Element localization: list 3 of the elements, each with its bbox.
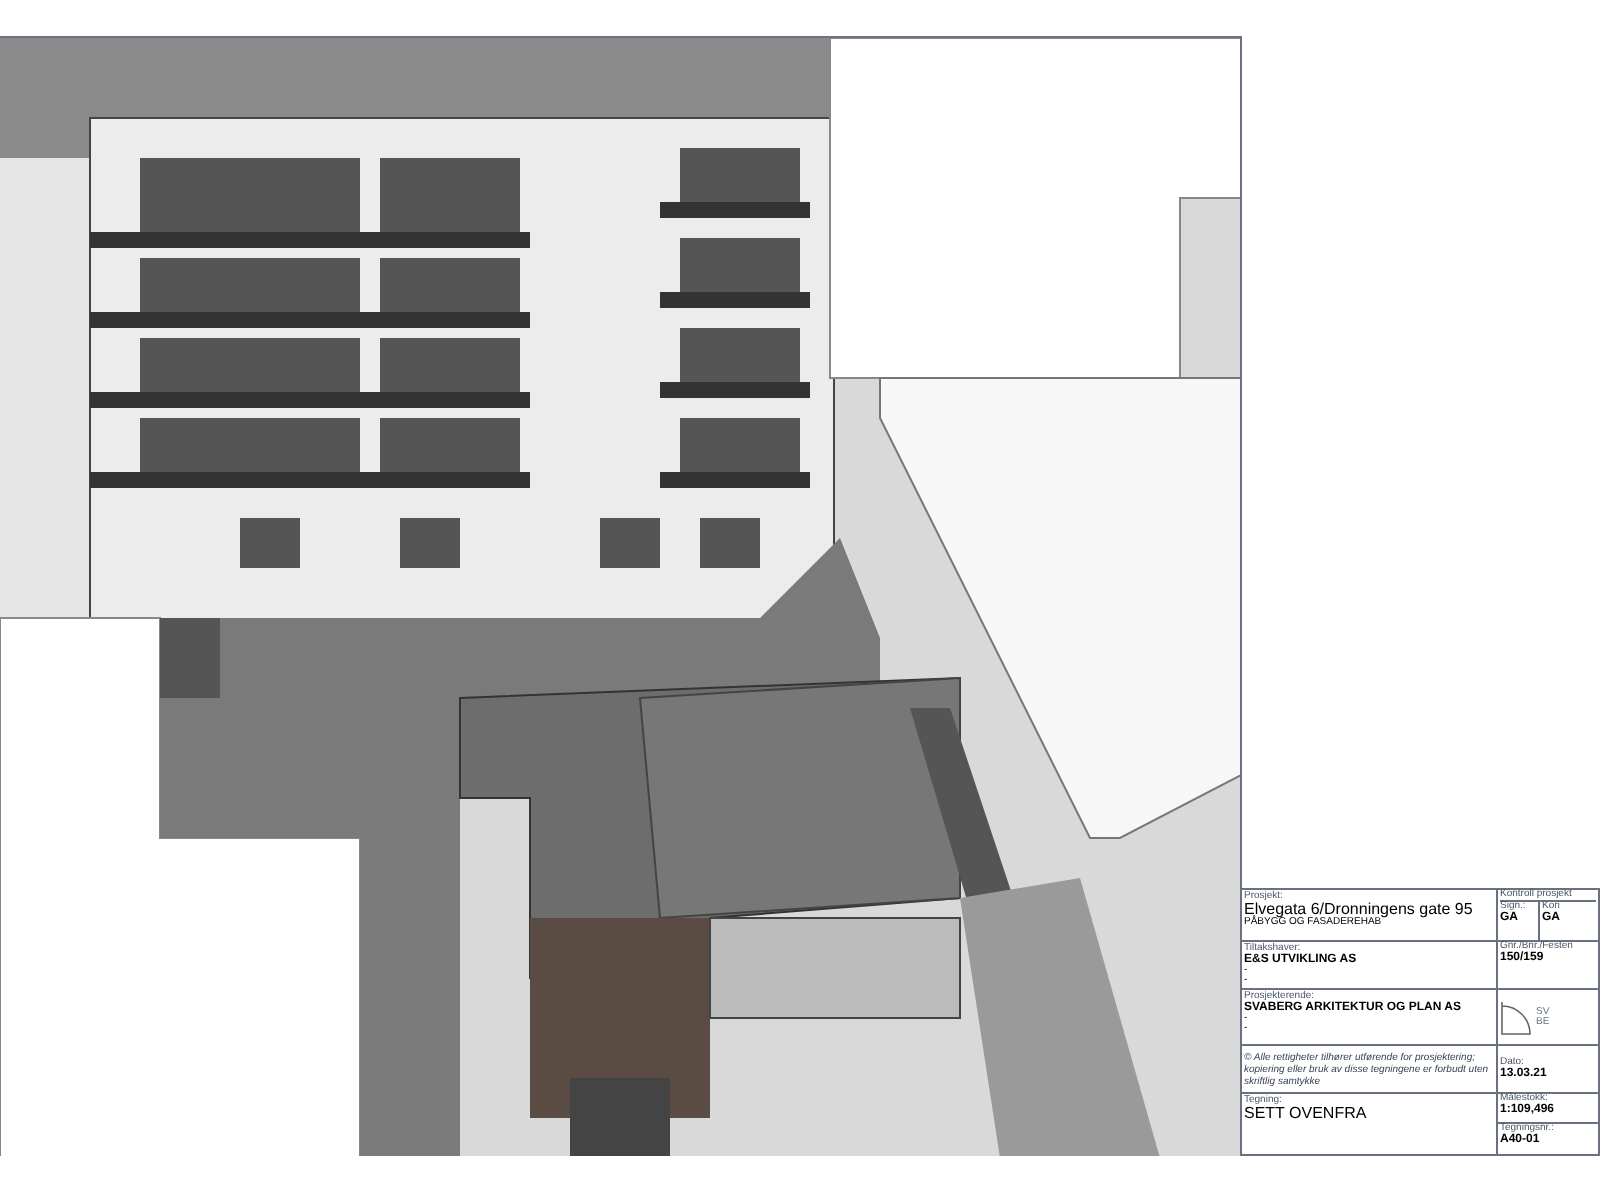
logo-icon [1500,999,1532,1035]
project-title: Elvegata 6/Dronningens gate 95 [1244,902,1475,918]
drawing-title: SETT OVENFRA [1244,1106,1369,1122]
